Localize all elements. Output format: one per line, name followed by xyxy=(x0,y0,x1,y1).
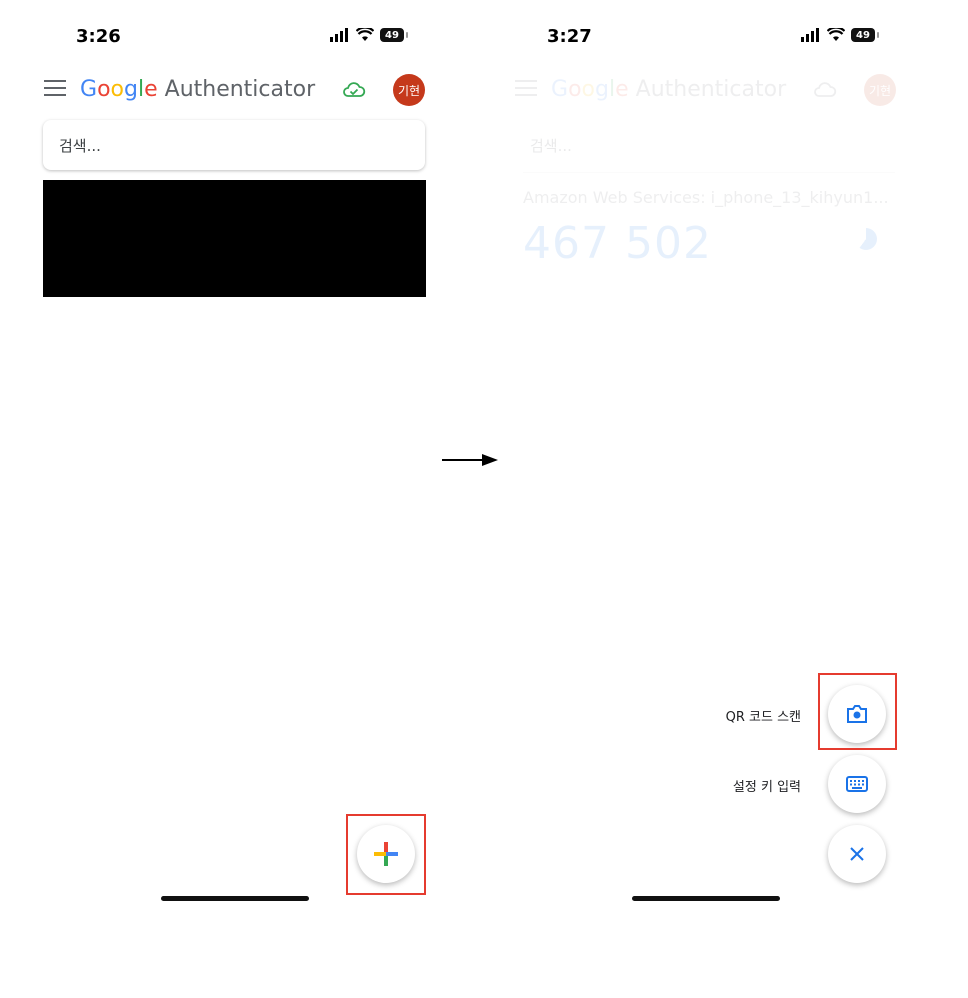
enter-key-label[interactable]: 설정 키 입력 xyxy=(733,776,801,795)
search-input[interactable] xyxy=(43,120,391,172)
logo-letter: g xyxy=(124,77,138,102)
status-icons: 49 xyxy=(330,28,408,42)
close-icon xyxy=(850,847,864,861)
home-indicator xyxy=(632,896,780,901)
status-time: 3:26 xyxy=(76,26,121,47)
logo-letter: G xyxy=(551,77,569,102)
signal-icon xyxy=(801,28,819,42)
countdown-timer-icon xyxy=(855,228,877,250)
menu-icon xyxy=(515,80,537,100)
wifi-icon xyxy=(827,28,845,41)
logo-letter: o xyxy=(97,77,111,102)
close-menu-button[interactable] xyxy=(828,825,886,883)
app-title: Authenticator xyxy=(164,77,316,102)
search-bar[interactable] xyxy=(43,120,425,172)
cloud-sync-icon xyxy=(814,82,837,97)
avatar: 기현 xyxy=(864,74,896,106)
wifi-icon xyxy=(356,28,374,41)
logo-letter: o xyxy=(110,77,124,102)
logo-letter: o xyxy=(568,77,582,102)
logo-letter: o xyxy=(581,77,595,102)
avatar[interactable]: 기현 xyxy=(393,74,425,106)
keyboard-icon xyxy=(846,776,868,792)
battery-icon: 49 xyxy=(380,28,408,42)
logo-letter: e xyxy=(615,77,629,102)
app-bar: Google Authenticator 기현 xyxy=(515,74,897,108)
cloud-sync-icon[interactable] xyxy=(342,80,366,100)
app-title: Authenticator xyxy=(635,77,787,102)
search-input xyxy=(514,120,862,172)
app-logo: Google Authenticator xyxy=(551,74,786,106)
highlight-box xyxy=(346,814,426,895)
screen-before: 3:26 49 Google Authenticator 기현 xyxy=(0,0,470,998)
search-bar xyxy=(514,120,896,172)
highlight-box xyxy=(818,673,897,750)
redacted-account-block xyxy=(43,180,426,297)
logo-letter: g xyxy=(595,77,609,102)
app-bar: Google Authenticator 기현 xyxy=(44,74,426,108)
screen-after: 3:27 49 Google Authenticator 기현 검색... Am… xyxy=(471,0,941,998)
menu-icon[interactable] xyxy=(44,80,66,100)
battery-icon: 49 xyxy=(851,28,879,42)
status-icons: 49 xyxy=(801,28,879,42)
home-indicator xyxy=(161,896,309,901)
logo-letter: G xyxy=(80,77,98,102)
otp-code: 467 502 xyxy=(523,218,712,269)
logo-letter: e xyxy=(144,77,158,102)
status-time: 3:27 xyxy=(547,26,592,47)
account-name: Amazon Web Services: i_phone_13_kihyun1.… xyxy=(523,188,889,207)
scan-qr-label[interactable]: QR 코드 스캔 xyxy=(726,706,801,725)
enter-key-button[interactable] xyxy=(828,755,886,813)
divider xyxy=(523,172,895,173)
signal-icon xyxy=(330,28,348,42)
app-logo: Google Authenticator xyxy=(80,74,315,106)
